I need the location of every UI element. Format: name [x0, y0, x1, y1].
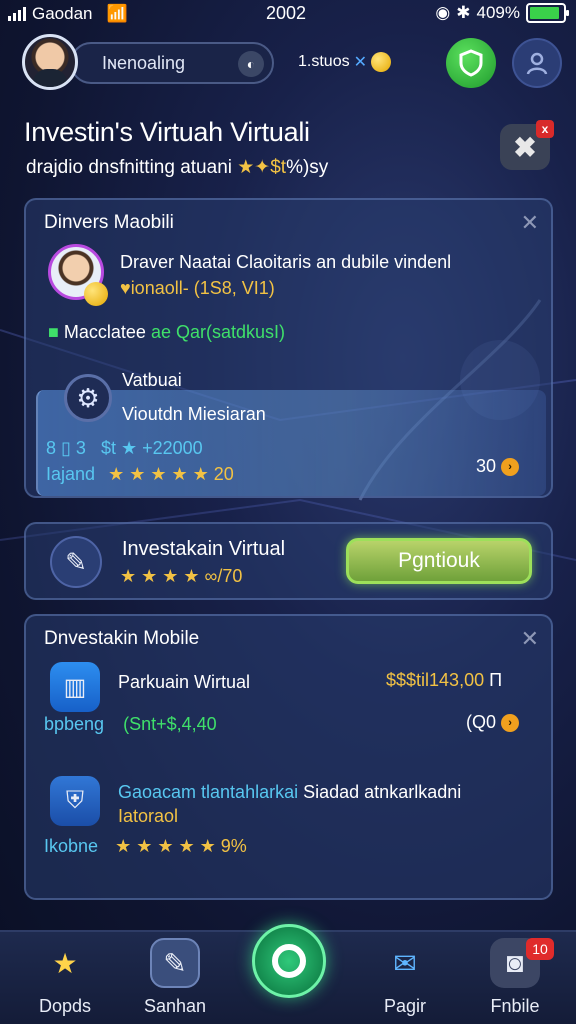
gear-icon: ⚙ — [64, 374, 112, 422]
item1-price-row: $$$til143,00 Π — [386, 670, 502, 691]
item1-value: (Snt+$,4,40 — [123, 714, 217, 734]
stat-row: 8 ▯ 3 $t ★ +22000 — [46, 438, 203, 459]
home-ring-icon — [272, 944, 306, 978]
item1-title: Parkuain Wirtual — [118, 672, 251, 692]
chart-app-icon[interactable]: ▥ — [50, 662, 100, 712]
nav-item-fnbile[interactable]: ◙ 10 Fnbile — [460, 938, 570, 1017]
right-value-row: 30 › — [476, 456, 520, 477]
primary-action-button[interactable]: Pgntiouk — [346, 538, 532, 584]
bottom-navigation: ★ Dopds ✎ Sanhan ✉ Pagir ◙ 10 Fnbile — [0, 924, 576, 1024]
person-meta: ♥ionaoll- (1S8, VI1) — [120, 278, 275, 298]
close-icon[interactable]: ✕ — [521, 210, 539, 236]
close-button[interactable]: ✖ x — [500, 120, 554, 170]
stat-left: 8 ▯ 3 — [46, 438, 86, 458]
close-icon[interactable]: ✕ — [521, 626, 539, 652]
virtual-title: Vioutdn Miesiaran — [122, 404, 266, 424]
card-title: Dnvestakin Mobile — [44, 628, 200, 649]
item1-right: (Q0 — [466, 712, 497, 732]
item2-sub: Iatoraol — [118, 806, 179, 826]
item1-price: $$$til143,00 — [386, 670, 485, 690]
category-extra: ae Qar(satdkusI) — [150, 322, 286, 342]
battery-icon — [526, 3, 569, 23]
search-icon[interactable]: ◐ — [238, 51, 264, 77]
page-title: Investin's Virtuah Virtuali — [24, 117, 310, 147]
bluetooth-icon: ✱ — [456, 3, 471, 22]
edit-icon: ✎ — [150, 938, 200, 988]
mail-icon: ✉ — [393, 947, 417, 979]
item2-title-rest: Siadad atnkarlkadni — [303, 782, 462, 802]
search-text: Iɴenoaling — [102, 52, 186, 73]
nav-label: Fnbile — [490, 996, 540, 1016]
signal-icon — [8, 7, 26, 21]
alarm-icon: ◉ — [435, 3, 451, 22]
close-icon: ✖ — [513, 131, 537, 163]
item1-meta-row: bpbeng (Snt+$,4,40 — [44, 714, 217, 735]
status-indicator: 1.stuos ✕ — [298, 52, 391, 72]
item2-stars: ★ ★ ★ ★ ★ 9% — [115, 836, 247, 856]
status-suffix: ✕ — [353, 54, 367, 71]
star-icon: ★ — [52, 947, 78, 979]
card-title: Dinvers Maobili — [44, 212, 174, 233]
investment-stars: ★ ★ ★ ★ ∞/70 — [120, 566, 243, 586]
subtitle-stars: ★✦$t — [237, 157, 287, 178]
home-button[interactable] — [252, 924, 326, 998]
stat-value: $t ★ +22000 — [100, 438, 203, 458]
investment-card: ✎ Investakain Virtual ★ ★ ★ ★ ∞/70 Pgnti… — [24, 522, 553, 600]
coin-icon — [371, 52, 391, 72]
category-row: ■ Macclatee ae Qar(satdkusI) — [48, 322, 285, 343]
category-name: Macclatee — [63, 322, 146, 342]
nav-label: Pagir — [383, 996, 427, 1016]
shield-icon — [459, 49, 483, 77]
search-bar[interactable]: Iɴenoaling ◐ — [70, 42, 274, 84]
page-subtitle: drajdio dnsfnitting atuani ★✦$t%)sy — [26, 156, 328, 179]
item1-label: bpbeng — [44, 714, 105, 734]
investor-card: Dinvers Maobili ✕ Draver Naatai Claoitar… — [24, 198, 553, 498]
item2-title: Gaoacam tlantahlarkai — [118, 782, 299, 802]
close-badge: x — [536, 120, 554, 138]
status-label: 1.stuos — [298, 53, 350, 70]
nav-label: Dopds — [38, 996, 92, 1016]
status-bar: Gaodan 📶 2002 ◉ ✱ 409% — [0, 0, 576, 28]
shield-app-icon[interactable]: ⛨ — [50, 776, 100, 826]
rating-row: Iajand ★ ★ ★ ★ ★ 20 — [46, 464, 234, 485]
battery-level — [530, 7, 559, 19]
notification-badge: 10 — [526, 938, 554, 960]
subtitle-text: drajdio dnsfnitting atuani — [26, 157, 232, 178]
user-avatar[interactable] — [22, 34, 78, 90]
arrow-right-icon[interactable]: › — [501, 458, 520, 477]
cube-icon: ■ — [48, 322, 59, 342]
nav-label: Sanhan — [143, 996, 207, 1016]
profile-button[interactable] — [512, 38, 562, 88]
clock: 2002 — [266, 3, 307, 23]
wifi-icon: 📶 — [106, 4, 128, 23]
investment-title: Investakain Virtual — [122, 538, 286, 560]
coin-badge-icon — [84, 282, 108, 306]
virtual-label: Vatbuai — [122, 370, 182, 390]
battery-text: 409% — [476, 3, 520, 22]
profile-icon — [526, 52, 548, 75]
item2-label: Ikobne — [44, 836, 99, 856]
arrow-right-icon[interactable]: › — [501, 714, 520, 733]
nav-item-sanhan[interactable]: ✎ Sanhan — [120, 938, 230, 1017]
nav-item-dopds[interactable]: ★ Dopds — [10, 938, 120, 1017]
shield-button[interactable] — [446, 38, 496, 88]
pen-icon[interactable]: ✎ — [50, 536, 102, 588]
item2-title-row: Gaoacam tlantahlarkai Siadad atnkarlkadn… — [118, 782, 461, 803]
item1-suffix: Π — [489, 670, 503, 690]
subtitle-suffix: %)sy — [286, 157, 329, 178]
item1-right-row: (Q0 › — [466, 712, 520, 733]
person-name: Draver Naatai Claoitaris an dubile vinde… — [120, 252, 452, 272]
mobile-card: Dnvestakin Mobile ✕ ▥ Parkuain Wirtual $… — [24, 614, 553, 900]
carrier-name: Gaodan — [32, 4, 93, 23]
right-value: 30 — [476, 456, 497, 476]
rating-label: Iajand — [46, 464, 96, 484]
rating-stars: ★ ★ ★ ★ ★ 20 — [108, 464, 234, 484]
item2-meta-row: Ikobne ★ ★ ★ ★ ★ 9% — [44, 836, 247, 857]
nav-item-pagir[interactable]: ✉ Pagir — [350, 938, 460, 1017]
